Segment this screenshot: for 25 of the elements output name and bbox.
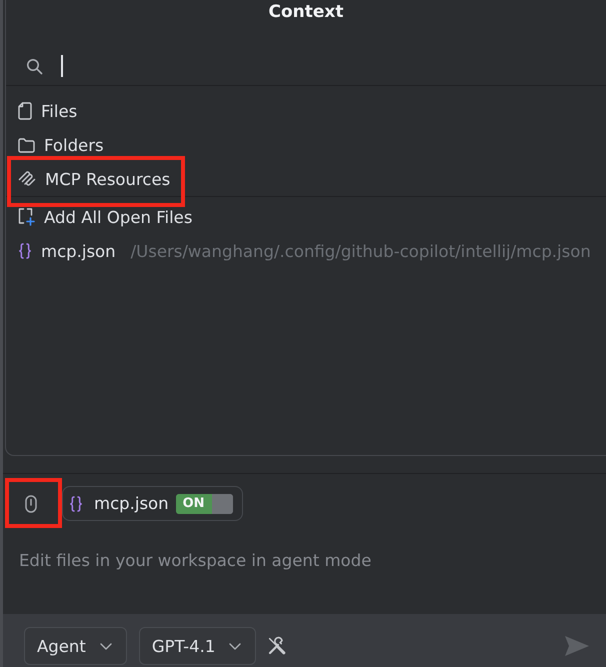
chevron-down-icon	[100, 642, 112, 650]
braid-icon	[18, 170, 36, 188]
menu-item[interactable]: MCP Resources	[18, 162, 170, 196]
context-chip[interactable]: mcp.json ON	[62, 486, 243, 521]
prompt-field[interactable]: Edit files in your workspace in agent mode	[19, 549, 579, 571]
folder-icon	[18, 138, 35, 152]
chevron-down-icon	[229, 642, 242, 650]
search-icon	[26, 58, 43, 74]
popup-title: Context	[267, 1, 344, 24]
file-path: /Users/wanghang/.config/github-copilot/intellij/mcp.json	[130, 242, 591, 260]
chip-label: mcp.json	[94, 494, 169, 513]
menu-item[interactable]: mcp.json /Users/wanghang/.config/github-copilot/intellij/mcp.json	[18, 234, 591, 268]
tools-icon	[267, 636, 288, 656]
paperclip-icon	[25, 494, 37, 512]
menu-item[interactable]: Add All Open Files	[18, 200, 192, 234]
mode-dropdown[interactable]: Agent	[24, 627, 127, 665]
send-icon	[564, 635, 590, 657]
braces-icon	[69, 496, 83, 512]
model-dropdown[interactable]: GPT-4.1	[138, 627, 256, 665]
braces-icon	[18, 243, 32, 259]
menu-item[interactable]: Folders	[18, 128, 104, 162]
file-icon	[18, 102, 32, 120]
add-file-icon	[18, 208, 35, 226]
menu-item[interactable]: Files	[18, 94, 78, 128]
toggle-knob	[212, 494, 233, 514]
